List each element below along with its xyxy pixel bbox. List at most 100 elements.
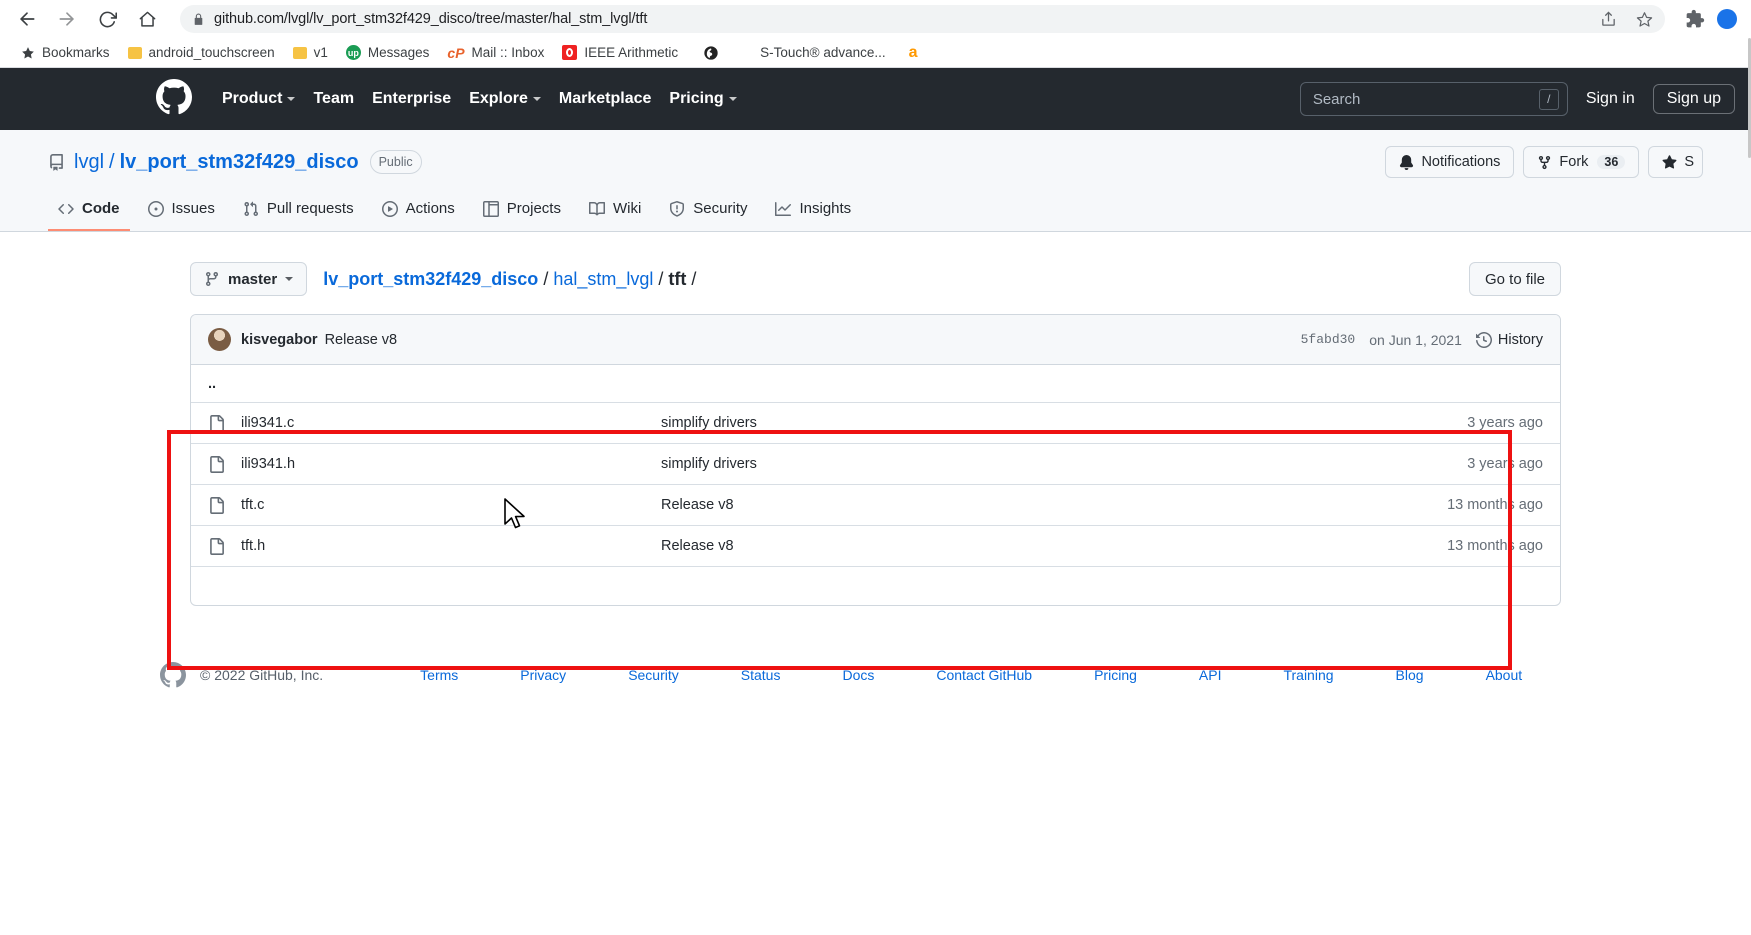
bookmark-item[interactable]: android_touchscreen bbox=[119, 42, 284, 63]
tab-security[interactable]: Security bbox=[659, 192, 757, 231]
notifications-label: Notifications bbox=[1421, 154, 1501, 170]
bookmark-item[interactable]: v1 bbox=[284, 42, 337, 63]
tab-code[interactable]: Code bbox=[48, 192, 130, 231]
parent-directory-link[interactable]: .. bbox=[208, 376, 628, 392]
history-label: History bbox=[1497, 331, 1543, 348]
lock-icon bbox=[192, 13, 205, 26]
url-text: github.com/lvgl/lv_port_stm32f429_disco/… bbox=[214, 11, 648, 27]
search-input[interactable] bbox=[1312, 90, 1539, 108]
table-row[interactable]: tft.c Release v8 13 months ago bbox=[191, 485, 1560, 526]
file-name-link[interactable]: tft.h bbox=[241, 538, 661, 554]
file-commit-message[interactable]: Release v8 bbox=[661, 538, 1447, 554]
bookmark-item[interactable]: up Messages bbox=[337, 42, 439, 63]
repo-owner-link[interactable]: lvgl bbox=[74, 151, 104, 174]
bookmark-item[interactable]: cP Mail :: Inbox bbox=[438, 42, 553, 64]
breadcrumb-hal-stm-lvgl[interactable]: hal_stm_lvgl bbox=[553, 269, 653, 290]
go-to-file-button[interactable]: Go to file bbox=[1468, 262, 1561, 296]
tab-wiki[interactable]: Wiki bbox=[579, 192, 651, 231]
tab-label: Projects bbox=[506, 200, 561, 217]
footer-link-training[interactable]: Training bbox=[1252, 667, 1364, 683]
profile-avatar-icon[interactable] bbox=[1717, 9, 1737, 29]
footer-link-blog[interactable]: Blog bbox=[1365, 667, 1455, 683]
nav-marketplace[interactable]: Marketplace bbox=[559, 90, 652, 108]
global-nav: Product Team Enterprise Explore Marketpl… bbox=[222, 90, 737, 108]
bookmark-label: v1 bbox=[313, 45, 328, 60]
star-button[interactable]: S bbox=[1648, 146, 1703, 178]
tab-projects[interactable]: Projects bbox=[473, 192, 571, 231]
bookmark-item[interactable]: Bookmarks bbox=[12, 42, 119, 63]
repo-visibility-badge: Public bbox=[369, 150, 422, 174]
footer-link-docs[interactable]: Docs bbox=[811, 667, 905, 683]
nav-product[interactable]: Product bbox=[222, 90, 296, 108]
nav-pricing[interactable]: Pricing bbox=[669, 90, 737, 108]
file-commit-message[interactable]: simplify drivers bbox=[661, 456, 1467, 472]
file-commit-message[interactable]: Release v8 bbox=[661, 497, 1447, 513]
shield-icon bbox=[669, 200, 685, 217]
footer-link-pricing[interactable]: Pricing bbox=[1063, 667, 1168, 683]
tab-label: Code bbox=[82, 200, 120, 217]
commit-date: on Jun 1, 2021 bbox=[1369, 331, 1462, 348]
footer-link-api[interactable]: API bbox=[1168, 667, 1253, 683]
file-name-link[interactable]: ili9341.c bbox=[241, 415, 661, 431]
bookmark-star-icon[interactable] bbox=[1636, 11, 1653, 28]
back-arrow-icon[interactable] bbox=[14, 6, 40, 32]
tab-pull-requests[interactable]: Pull requests bbox=[233, 192, 364, 231]
table-row[interactable]: ili9341.h simplify drivers 3 years ago bbox=[191, 444, 1560, 485]
bookmark-label: Messages bbox=[367, 45, 430, 60]
history-link[interactable]: History bbox=[1475, 331, 1543, 348]
footer-link-about[interactable]: About bbox=[1455, 667, 1554, 683]
file-age: 3 years ago bbox=[1467, 415, 1543, 431]
sign-in-link[interactable]: Sign in bbox=[1586, 90, 1635, 108]
file-commit-message[interactable]: simplify drivers bbox=[661, 415, 1467, 431]
tab-issues[interactable]: Issues bbox=[138, 192, 225, 231]
file-age: 3 years ago bbox=[1467, 456, 1543, 472]
parent-directory-row[interactable]: .. bbox=[191, 365, 1560, 403]
search-box[interactable]: / bbox=[1299, 82, 1568, 116]
nav-enterprise[interactable]: Enterprise bbox=[372, 90, 451, 108]
file-name-link[interactable]: tft.c bbox=[241, 497, 661, 513]
star-icon bbox=[1662, 154, 1677, 170]
tab-actions[interactable]: Actions bbox=[372, 192, 465, 231]
breadcrumb-repo[interactable]: lv_port_stm32f429_disco bbox=[323, 269, 538, 290]
file-list-table: kisvegabor Release v8 5fabd30 on Jun 1, … bbox=[190, 314, 1561, 606]
commit-message-link[interactable]: Release v8 bbox=[325, 332, 398, 348]
nav-team[interactable]: Team bbox=[313, 90, 354, 108]
reload-icon[interactable] bbox=[94, 6, 120, 32]
bookmark-item[interactable]: S-Touch® advance... bbox=[742, 42, 895, 63]
fork-button[interactable]: Fork 36 bbox=[1523, 146, 1640, 178]
puzzle-icon[interactable] bbox=[1685, 9, 1705, 29]
nav-label: Marketplace bbox=[558, 90, 652, 107]
chevron-down-icon bbox=[728, 97, 737, 101]
branch-name: master bbox=[228, 270, 278, 288]
sign-up-button[interactable]: Sign up bbox=[1652, 84, 1735, 114]
bookmark-item[interactable]: a bbox=[895, 41, 934, 65]
table-row[interactable]: tft.h Release v8 13 months ago bbox=[191, 526, 1560, 567]
bookmark-item[interactable] bbox=[687, 42, 742, 64]
repo-name-link[interactable]: lv_port_stm32f429_disco bbox=[120, 151, 359, 174]
footer-link-terms[interactable]: Terms bbox=[389, 667, 489, 683]
nav-explore[interactable]: Explore bbox=[469, 90, 541, 108]
commit-sha[interactable]: 5fabd30 bbox=[1301, 332, 1356, 347]
footer-link-contact-github[interactable]: Contact GitHub bbox=[905, 667, 1063, 683]
notifications-button[interactable]: Notifications bbox=[1385, 146, 1515, 178]
footer-link-security[interactable]: Security bbox=[597, 667, 710, 683]
forward-arrow-icon[interactable] bbox=[54, 6, 80, 32]
bookmark-item[interactable]: IEEE Arithmetic bbox=[553, 42, 687, 63]
address-bar[interactable]: github.com/lvgl/lv_port_stm32f429_disco/… bbox=[180, 5, 1665, 33]
github-mark-icon[interactable] bbox=[156, 78, 192, 120]
commit-author-link[interactable]: kisvegabor bbox=[241, 332, 318, 348]
footer-link-status[interactable]: Status bbox=[710, 667, 812, 683]
branch-selector[interactable]: master bbox=[190, 262, 308, 296]
star-filled-icon bbox=[21, 46, 35, 60]
table-row[interactable]: ili9341.c simplify drivers 3 years ago bbox=[191, 403, 1560, 444]
footer-link-privacy[interactable]: Privacy bbox=[489, 667, 597, 683]
tab-insights[interactable]: Insights bbox=[765, 192, 861, 231]
share-icon[interactable] bbox=[1600, 11, 1617, 28]
nav-label: Enterprise bbox=[372, 90, 452, 107]
home-icon[interactable] bbox=[134, 6, 160, 32]
issue-opened-icon bbox=[147, 200, 164, 217]
commit-meta: 5fabd30 on Jun 1, 2021 History bbox=[1301, 332, 1543, 348]
repository-actions: Notifications Fork 36 S bbox=[1385, 146, 1703, 178]
avatar[interactable] bbox=[208, 328, 231, 351]
file-name-link[interactable]: ili9341.h bbox=[241, 456, 661, 472]
